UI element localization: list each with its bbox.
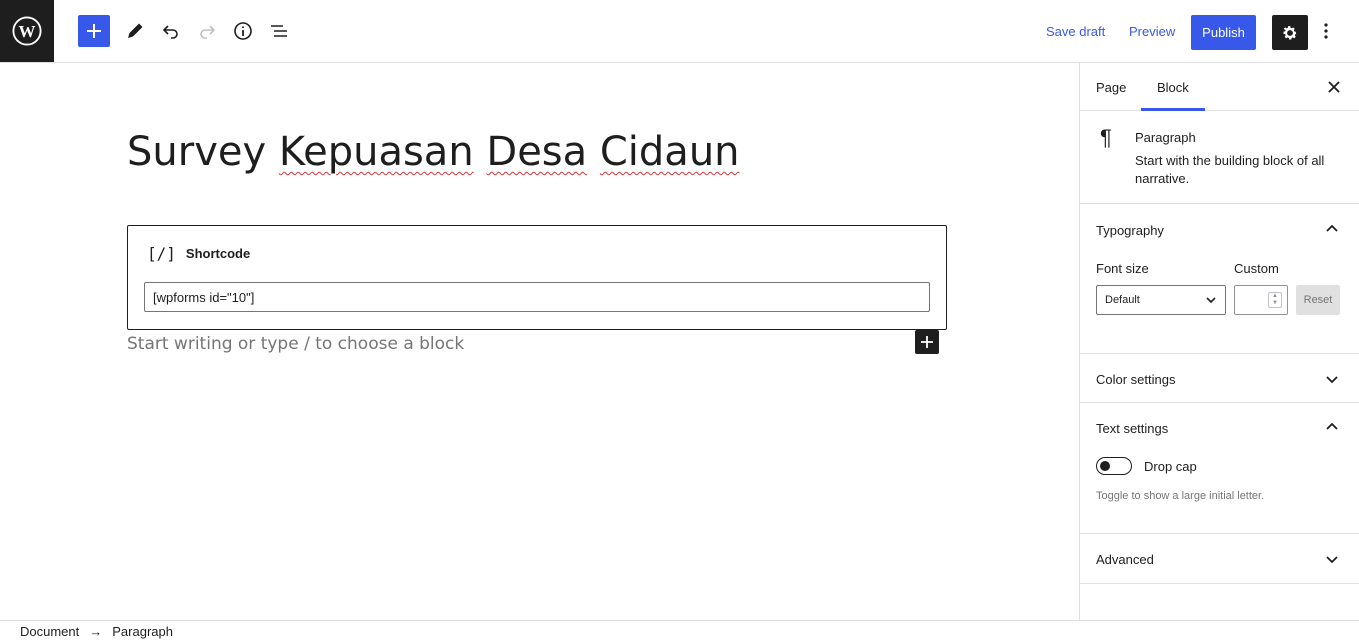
plus-icon (87, 24, 101, 38)
sidebar-tabs: Page Block (1080, 63, 1359, 111)
tab-page[interactable]: Page (1080, 63, 1142, 111)
typography-panel: Typography Font size Custom Default ▲ ▼ R… (1080, 204, 1359, 354)
chevron-up-icon[interactable] (1324, 419, 1340, 435)
drop-cap-label: Drop cap (1144, 459, 1197, 474)
title-word: Kepuasan (278, 129, 474, 175)
advanced-panel[interactable]: Advanced (1080, 534, 1359, 584)
color-settings-title: Color settings (1096, 372, 1176, 387)
font-size-select[interactable]: Default (1096, 285, 1226, 315)
font-size-label: Font size (1096, 261, 1149, 276)
info-icon (234, 22, 252, 40)
text-settings-panel-toggle[interactable]: Text settings (1096, 421, 1168, 436)
advanced-title: Advanced (1096, 552, 1154, 567)
editor-header: W Save draft Preview Publish (0, 0, 1359, 63)
shortcode-input[interactable]: [wpforms id="10"] (144, 282, 930, 312)
post-title[interactable]: Survey Kepuasan Desa Cidaun (127, 129, 740, 175)
color-settings-panel[interactable]: Color settings (1080, 354, 1359, 403)
svg-text:W: W (19, 22, 36, 41)
typography-panel-toggle[interactable]: Typography (1096, 223, 1164, 238)
options-button[interactable] (1310, 15, 1342, 47)
text-settings-panel: Text settings Drop cap Toggle to show a … (1080, 403, 1359, 534)
shortcode-block[interactable]: [/] Shortcode [wpforms id="10"] (127, 225, 947, 330)
tools-button[interactable] (119, 15, 151, 47)
wordpress-logo-svg: W (12, 16, 42, 46)
redo-button[interactable] (191, 15, 223, 47)
pencil-icon (128, 23, 143, 38)
block-card-description: Start with the building block of all nar… (1135, 153, 1325, 186)
settings-sidebar: Page Block ¶ Paragraph Start with the bu… (1079, 63, 1359, 620)
shortcode-header: [/] Shortcode (147, 244, 250, 263)
shortcode-icon: [/] (147, 244, 176, 263)
block-breadcrumb: Document → Paragraph (0, 620, 1359, 642)
title-word: Survey (127, 129, 267, 175)
reset-button[interactable]: Reset (1296, 285, 1340, 315)
wordpress-logo-icon[interactable]: W (0, 0, 54, 62)
drop-cap-toggle[interactable] (1096, 457, 1132, 475)
tab-block[interactable]: Block (1141, 63, 1205, 111)
chevron-up-icon[interactable] (1324, 221, 1340, 237)
toggle-knob (1100, 461, 1110, 471)
undo-button[interactable] (155, 15, 187, 47)
block-card: ¶ Paragraph Start with the building bloc… (1080, 111, 1359, 204)
title-word: Cidaun (599, 129, 740, 175)
preview-button[interactable]: Preview (1125, 15, 1179, 47)
more-vertical-icon (1324, 23, 1328, 39)
breadcrumb-paragraph[interactable]: Paragraph (112, 624, 173, 639)
close-sidebar-button[interactable] (1322, 75, 1346, 99)
block-card-title: Paragraph (1135, 130, 1196, 145)
breadcrumb-separator: → (89, 624, 103, 639)
add-block-button[interactable] (78, 15, 110, 47)
custom-font-size-input[interactable]: ▲ ▼ (1234, 285, 1288, 315)
redo-icon (200, 25, 216, 39)
paragraph-placeholder[interactable]: Start writing or type / to choose a bloc… (127, 334, 464, 354)
inline-add-block-button[interactable] (915, 330, 939, 354)
shortcode-label: Shortcode (185, 246, 251, 261)
list-view-icon (271, 25, 287, 37)
title-word: Desa (486, 129, 588, 175)
close-icon (1328, 81, 1340, 93)
number-spinner-icon[interactable]: ▲ ▼ (1268, 292, 1282, 308)
drop-cap-help: Toggle to show a large initial letter. (1096, 490, 1265, 502)
chevron-down-icon (1326, 556, 1338, 564)
editor-canvas: Survey Kepuasan Desa Cidaun [/] Shortcod… (0, 63, 1079, 620)
gear-icon (1283, 25, 1297, 39)
list-view-button[interactable] (263, 15, 295, 47)
font-size-value: Default (1105, 294, 1140, 306)
paragraph-icon: ¶ (1100, 125, 1112, 150)
breadcrumb-document[interactable]: Document (20, 624, 79, 639)
details-button[interactable] (227, 15, 259, 47)
chevron-down-icon (1326, 376, 1338, 384)
publish-button[interactable]: Publish (1191, 15, 1256, 50)
custom-size-label: Custom (1234, 261, 1279, 276)
undo-icon (162, 25, 178, 39)
chevron-down-icon (1206, 297, 1216, 304)
plus-icon (921, 336, 933, 348)
settings-button[interactable] (1272, 15, 1308, 50)
save-draft-button[interactable]: Save draft (1042, 15, 1109, 47)
